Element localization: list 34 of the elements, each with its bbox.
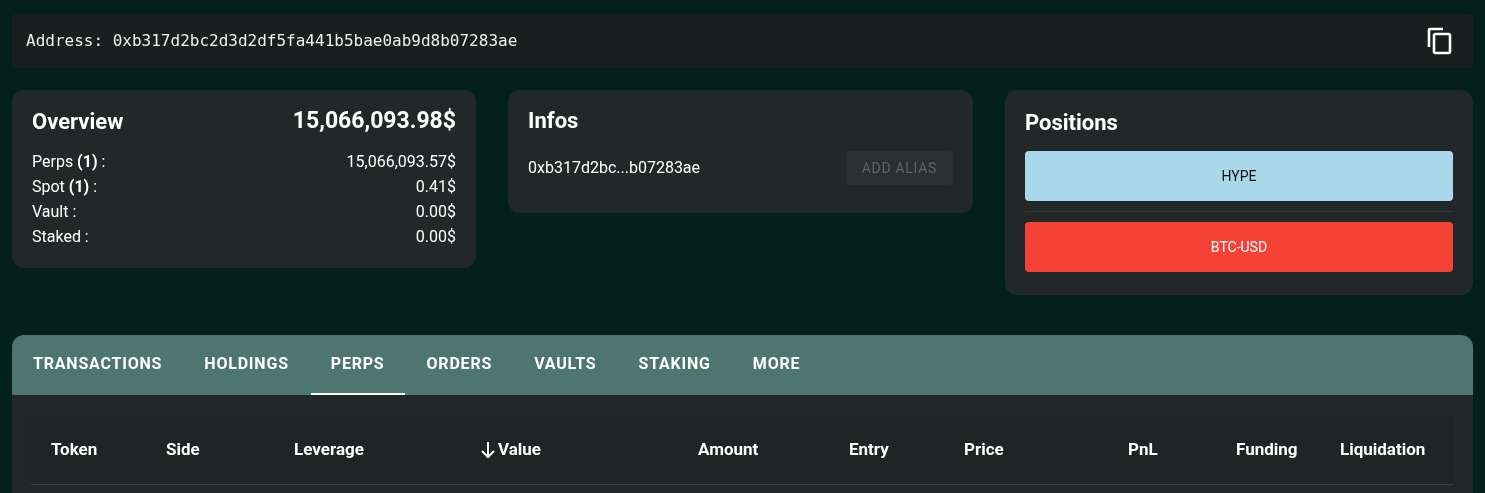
- column-header[interactable]: Entry: [849, 436, 889, 463]
- overview-value: 0.00$: [415, 200, 456, 223]
- column-header[interactable]: Price: [964, 436, 1004, 463]
- copy-icon[interactable]: [1427, 27, 1453, 55]
- overview-value: 0.00$: [415, 225, 456, 248]
- tab[interactable]: VAULTS: [514, 335, 617, 395]
- column-header[interactable]: Funding: [1236, 436, 1298, 463]
- infos-title: Infos: [528, 107, 580, 135]
- overview-total: 15,066,093.98$: [292, 106, 456, 136]
- column-header[interactable]: Leverage: [294, 436, 364, 463]
- sort-arrow-icon: [480, 440, 496, 459]
- overview-value: 15,066,093.57$: [346, 150, 456, 173]
- tab[interactable]: STAKING: [618, 335, 731, 395]
- overview-label: Perps (1) :: [32, 150, 106, 173]
- column-header[interactable]: Liquidation: [1340, 436, 1426, 463]
- column-header[interactable]: Amount: [698, 436, 759, 463]
- column-header[interactable]: Value: [480, 436, 542, 463]
- overview-label: Spot (1) :: [32, 175, 98, 198]
- tab[interactable]: ORDERS: [406, 335, 513, 395]
- position-button[interactable]: HYPE: [1025, 151, 1453, 201]
- tab[interactable]: HOLDINGS: [184, 335, 309, 395]
- overview-label: Vault :: [32, 200, 77, 223]
- column-header[interactable]: PnL: [1128, 436, 1158, 463]
- tab[interactable]: MORE: [732, 335, 821, 395]
- column-header[interactable]: Side: [166, 436, 200, 463]
- infos-address: 0xb317d2bc...b07283ae: [528, 157, 701, 179]
- position-button[interactable]: BTC-USD: [1025, 222, 1453, 272]
- overview-value: 0.41$: [415, 175, 456, 198]
- column-header[interactable]: Token: [51, 436, 98, 463]
- overview-label: Staked :: [32, 225, 89, 248]
- address-text: Address: 0xb317d2bc2d3d2df5fa441b5bae0ab9d8b07283ae: [26, 30, 518, 52]
- positions-title: Positions: [1025, 109, 1119, 137]
- overview-title: Overview: [32, 107, 124, 136]
- tab[interactable]: TRANSACTIONS: [13, 335, 183, 395]
